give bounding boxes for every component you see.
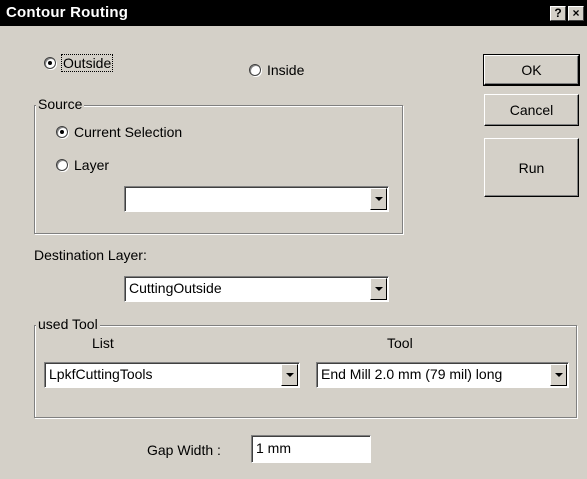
layer-radio[interactable]: Layer [56,157,109,173]
current-selection-radio[interactable]: Current Selection [56,124,182,140]
ok-button[interactable]: OK [483,54,580,86]
close-button[interactable]: × [568,6,584,21]
tool-list-value: LpkfCuttingTools [49,366,153,382]
destination-layer-dropdown[interactable]: CuttingOutside [124,276,389,302]
inside-radio[interactable]: Inside [249,62,304,78]
run-button[interactable]: Run [484,138,579,197]
source-layer-dropdown[interactable] [124,186,389,212]
help-button[interactable]: ? [550,6,566,21]
ok-label: OK [521,62,542,78]
tool-list-dropdown[interactable]: LpkfCuttingTools [44,362,300,388]
contour-routing-dialog: Contour Routing ? × Outside Inside Sourc… [0,0,587,479]
radio-checked-icon [44,57,56,69]
tool-dropdown-button[interactable] [550,364,567,386]
close-icon: × [572,6,580,20]
cancel-button[interactable]: Cancel [484,94,579,126]
chevron-down-icon [374,197,383,201]
gap-width-input[interactable]: 1 mm [251,435,371,463]
radio-unchecked-icon [249,64,261,76]
destination-layer-value: CuttingOutside [129,280,222,296]
inside-label: Inside [267,62,305,78]
list-header: List [92,335,114,351]
help-icon: ? [554,6,562,20]
outside-radio[interactable]: Outside [44,54,114,72]
source-legend: Source [36,96,85,112]
run-label: Run [518,159,545,176]
dialog-title: Contour Routing [6,4,129,21]
destination-layer-dropdown-button[interactable] [370,278,387,300]
outside-label: Outside [60,54,114,72]
tool-list-dropdown-button[interactable] [281,364,298,386]
tool-value: End Mill 2.0 mm (79 mil) long [321,366,503,382]
tool-header: Tool [387,335,413,351]
source-layer-dropdown-button[interactable] [370,188,387,210]
chevron-down-icon [554,373,563,377]
tool-dropdown[interactable]: End Mill 2.0 mm (79 mil) long [316,362,569,388]
layer-label: Layer [74,157,110,173]
destination-layer-label: Destination Layer: [34,247,147,263]
radio-unchecked-icon [56,159,68,171]
used-tool-legend: used Tool [36,316,100,332]
current-selection-label: Current Selection [74,124,183,140]
chevron-down-icon [285,373,294,377]
radio-checked-icon [56,126,68,138]
chevron-down-icon [374,287,383,291]
gap-width-label: Gap Width : [147,442,221,458]
gap-width-value: 1 mm [256,440,291,456]
title-bar[interactable]: Contour Routing ? × [0,0,587,26]
cancel-label: Cancel [509,102,554,118]
